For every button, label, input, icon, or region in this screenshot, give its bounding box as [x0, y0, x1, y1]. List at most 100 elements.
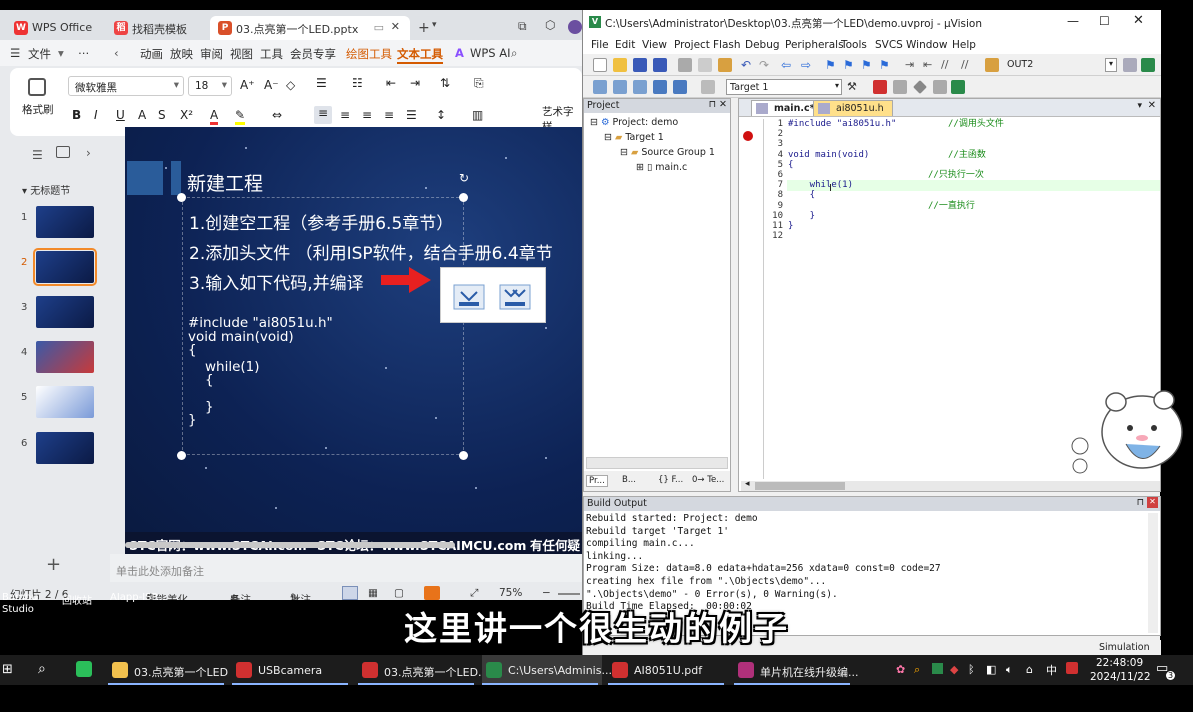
redo-icon[interactable]: ↷	[759, 58, 773, 72]
comment-icon[interactable]: //	[941, 58, 955, 72]
find-icon[interactable]	[1123, 58, 1137, 72]
indent-icon[interactable]: ⇥	[410, 76, 420, 90]
editor-hscrollbar[interactable]: ◂	[741, 479, 1160, 491]
uncomment-icon[interactable]: //	[961, 58, 975, 72]
zoom-value[interactable]: 75%	[499, 587, 522, 599]
avatar[interactable]	[568, 20, 582, 34]
format-brush-icon[interactable]	[28, 78, 46, 96]
tab-list-icon[interactable]: ▾	[1137, 101, 1142, 111]
tab-template[interactable]: 稻 找稻壳模板	[106, 16, 206, 40]
tab-project[interactable]: Pr...	[586, 475, 608, 487]
translate-icon[interactable]	[593, 80, 607, 94]
zoom-out-icon[interactable]: −	[542, 587, 551, 599]
target-options-icon[interactable]: ⚒	[847, 80, 861, 94]
grow-font-icon[interactable]: A⁺	[240, 78, 255, 92]
slide-thumb-5[interactable]	[36, 386, 94, 418]
ai-icon[interactable]: A	[455, 46, 464, 60]
tray-search-icon[interactable]: ⌕	[914, 663, 920, 677]
start-windows-icon[interactable]: ⊞	[2, 662, 13, 677]
shrink-font-icon[interactable]: A⁻	[264, 78, 279, 92]
copy-icon[interactable]	[698, 58, 712, 72]
paste-icon[interactable]	[718, 58, 732, 72]
notes-area[interactable]: 单击此处添加备注	[110, 554, 582, 582]
menu-ellipsis[interactable]: ⋯	[78, 46, 90, 60]
numbering-icon[interactable]: ☷	[352, 76, 363, 90]
build-icon[interactable]	[613, 80, 627, 94]
clock-date[interactable]: 2024/11/22	[1090, 671, 1151, 683]
pin-icon[interactable]: ⊓	[1137, 497, 1144, 508]
convert-icon[interactable]: ⎘	[474, 76, 484, 91]
menu-project[interactable]: Project	[674, 39, 710, 51]
search-icon[interactable]: ⌕	[38, 661, 46, 677]
security-icon[interactable]: ◧	[986, 663, 996, 676]
tray-app2-icon[interactable]: ◆	[950, 663, 958, 676]
file-extensions-icon[interactable]	[893, 80, 907, 94]
ime-indicator[interactable]: 中	[1046, 662, 1057, 678]
search-icon[interactable]: ⌕	[511, 46, 517, 61]
menu-help[interactable]: Help	[952, 39, 976, 51]
menu-edit[interactable]: Edit	[615, 39, 635, 51]
highlight-icon[interactable]: ✎	[235, 108, 246, 125]
menu-svcs[interactable]: SVCS	[875, 39, 903, 51]
scroll-left-icon[interactable]: ◂	[745, 479, 750, 489]
outdent-icon[interactable]: ⇤	[386, 76, 396, 90]
maximize-button[interactable]: ☐	[1099, 14, 1110, 28]
menu-tools[interactable]: Tools	[841, 39, 867, 51]
slide-title[interactable]: 新建工程	[187, 169, 263, 196]
superscript-icon[interactable]: X²	[180, 108, 193, 122]
bookmark-clear-icon[interactable]: ⚑	[879, 58, 893, 72]
menu-file[interactable]: File	[591, 39, 609, 51]
project-hscrollbar[interactable]	[586, 457, 728, 469]
bullets-icon[interactable]: ☰	[316, 76, 327, 90]
cube-icon[interactable]: ⬡	[545, 18, 555, 32]
batch-build-icon[interactable]	[653, 80, 667, 94]
align-center-icon[interactable]: ≡	[340, 108, 350, 122]
tab-wps-office[interactable]: W WPS Office	[6, 16, 100, 40]
rebuild-icon[interactable]	[633, 80, 647, 94]
tree-project[interactable]: ⊟ ⚙ Project: demo	[590, 117, 678, 128]
restore-icon[interactable]: ⧉	[518, 19, 527, 34]
nav-back-icon[interactable]: ⇦	[781, 58, 795, 72]
bookmark-next-icon[interactable]: ⚑	[861, 58, 875, 72]
underline-icon[interactable]: U	[116, 108, 125, 122]
scroll-left-icon[interactable]: ‹	[114, 46, 119, 60]
menu-text-tools[interactable]: 文本工具	[397, 46, 443, 64]
menu-member[interactable]: 会员专享	[290, 46, 336, 62]
chevron-down-icon[interactable]: ▾	[1105, 58, 1117, 72]
nav-forward-icon[interactable]: ⇨	[801, 58, 815, 72]
tab-templates[interactable]: 0→ Te...	[692, 475, 724, 485]
wechat-icon[interactable]	[76, 661, 92, 677]
undo-icon[interactable]: ↶	[741, 58, 755, 72]
menu-view[interactable]: View	[642, 39, 667, 51]
menu-window[interactable]: Window	[906, 39, 947, 51]
indent-icon[interactable]: ⇥	[905, 58, 919, 72]
new-tab-icon[interactable]: +	[418, 20, 430, 36]
config-icon[interactable]	[1141, 58, 1155, 72]
menu-slideshow[interactable]: 放映	[170, 46, 193, 62]
menu-icon[interactable]: ☰	[10, 46, 20, 60]
format-brush-label[interactable]: 格式刷	[22, 102, 54, 117]
bookmark-icon[interactable]: ⚑	[825, 58, 839, 72]
tree-target[interactable]: ⊟ ▰ Target 1	[604, 132, 664, 143]
slide-thumb-4[interactable]	[36, 341, 94, 373]
tab-functions[interactable]: {} F...	[658, 475, 683, 485]
rotate-handle-icon[interactable]: ↻	[459, 171, 469, 185]
menu-animation[interactable]: 动画	[140, 46, 163, 62]
tree-main-c[interactable]: ⊞ ▯ main.c	[636, 162, 687, 173]
resize-handle[interactable]	[177, 193, 186, 202]
distribute-icon[interactable]: ☰	[406, 108, 417, 122]
cut-icon[interactable]	[678, 58, 692, 72]
menu-wps-ai[interactable]: WPS AI	[470, 46, 511, 60]
window-icon[interactable]: ▭	[374, 21, 384, 34]
line-spacing-icon[interactable]: ↕	[436, 108, 446, 122]
play-icon[interactable]	[424, 586, 440, 600]
font-color-icon[interactable]: A	[210, 108, 219, 125]
close-icon[interactable]: ✕	[1148, 100, 1156, 111]
slides-view-icon[interactable]	[56, 146, 70, 158]
find-in-files-icon[interactable]	[985, 58, 999, 72]
stop-build-icon[interactable]	[701, 80, 715, 94]
close-icon[interactable]: ✕	[719, 99, 727, 110]
pin-icon[interactable]: ⊓	[709, 99, 716, 110]
slide-thumb-1[interactable]	[36, 206, 94, 238]
justify-icon[interactable]: ≡	[384, 108, 394, 122]
